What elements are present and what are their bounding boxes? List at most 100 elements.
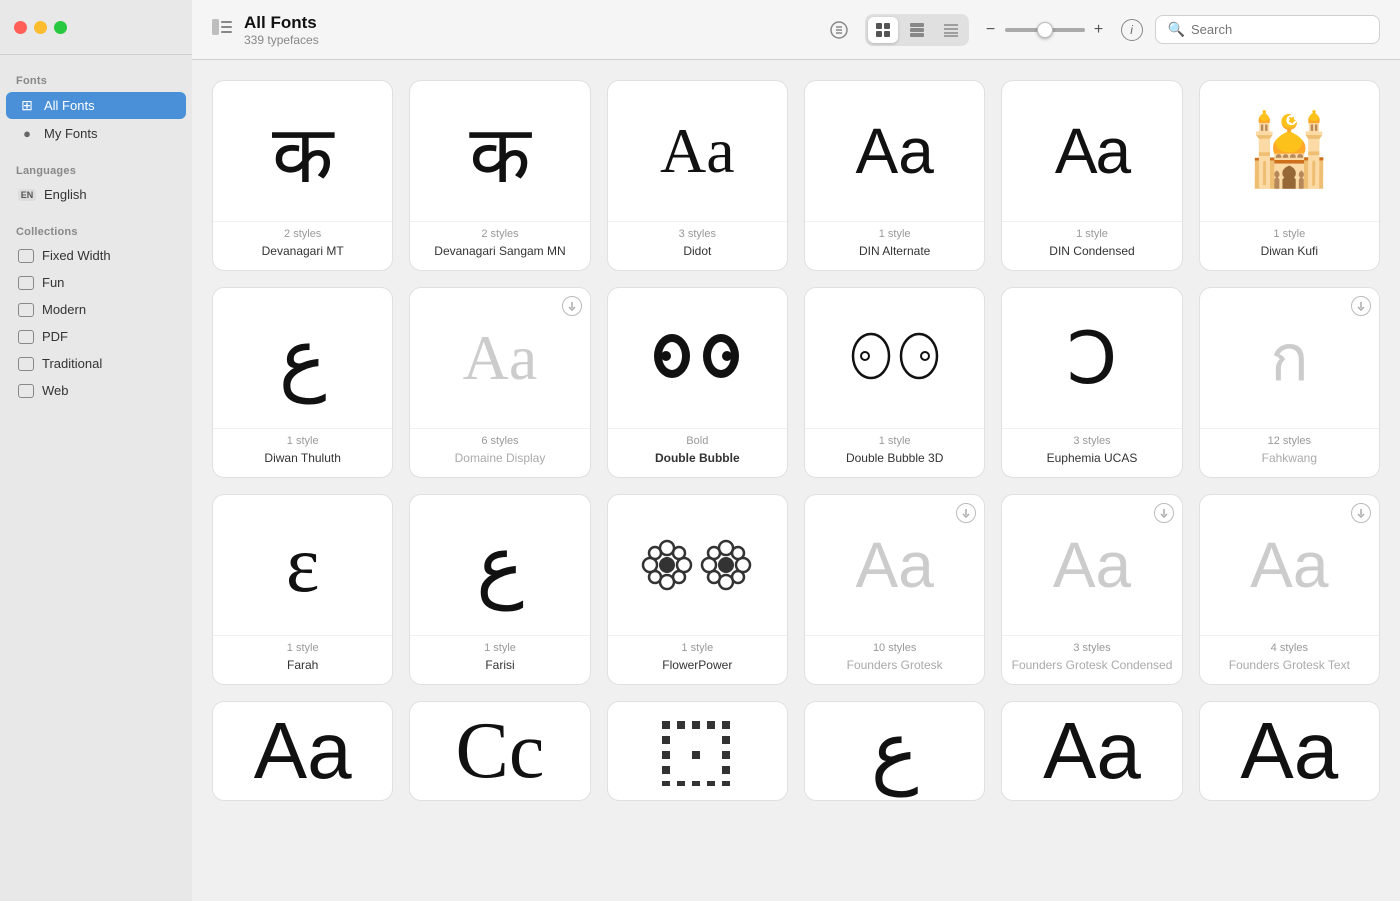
font-preview: Aa bbox=[805, 495, 984, 635]
font-preview bbox=[608, 702, 787, 800]
font-card-row4-6[interactable]: Aa bbox=[1199, 701, 1380, 801]
traffic-light-minimize[interactable] bbox=[34, 21, 47, 34]
font-styles: 6 styles bbox=[481, 429, 518, 447]
font-styles: 1 style bbox=[287, 429, 319, 447]
search-icon: 🔍 bbox=[1168, 21, 1185, 38]
traffic-light-maximize[interactable] bbox=[54, 21, 67, 34]
font-styles: 1 style bbox=[287, 636, 319, 654]
font-card-row4-1[interactable]: Aa bbox=[212, 701, 393, 801]
font-card-founders-grotesk-condensed[interactable]: Aa 3 styles Founders Grotesk Condensed bbox=[1001, 494, 1182, 685]
fun-icon bbox=[18, 276, 34, 290]
pdf-label: PDF bbox=[42, 329, 68, 344]
font-styles: 10 styles bbox=[873, 636, 916, 654]
view-strip-button[interactable] bbox=[902, 17, 932, 43]
font-card-didot[interactable]: Aa 3 styles Didot bbox=[607, 80, 788, 271]
font-card-devanagari-sangam-mn[interactable]: क 2 styles Devanagari Sangam MN bbox=[409, 80, 590, 271]
font-name: Farisi bbox=[477, 658, 522, 684]
font-name: FlowerPower bbox=[654, 658, 740, 684]
font-card-domaine-display[interactable]: Aa 6 styles Domaine Display bbox=[409, 287, 590, 478]
font-card-flowerpower[interactable]: 1 style FlowerPower bbox=[607, 494, 788, 685]
sidebar-item-my-fonts[interactable]: ● My Fonts bbox=[6, 121, 186, 146]
font-card-row4-3[interactable] bbox=[607, 701, 788, 801]
font-styles: 1 style bbox=[879, 429, 911, 447]
font-card-double-bubble[interactable]: Bold Double Bubble bbox=[607, 287, 788, 478]
info-button[interactable]: i bbox=[1121, 19, 1143, 41]
zoom-plus-button[interactable]: + bbox=[1089, 21, 1109, 39]
font-card-double-bubble-3d[interactable]: 1 style Double Bubble 3D bbox=[804, 287, 985, 478]
font-name: DIN Alternate bbox=[851, 244, 938, 270]
view-list-button[interactable] bbox=[936, 17, 966, 43]
font-card-diwan-kufi[interactable]: 🕌 1 style Diwan Kufi bbox=[1199, 80, 1380, 271]
sidebar-item-fun[interactable]: Fun bbox=[6, 270, 186, 295]
font-card-fahkwang[interactable]: ก 12 styles Fahkwang bbox=[1199, 287, 1380, 478]
font-card-farisi[interactable]: ع 1 style Farisi bbox=[409, 494, 590, 685]
sidebar-item-pdf[interactable]: PDF bbox=[6, 324, 186, 349]
english-icon: EN bbox=[18, 189, 36, 201]
font-card-euphemia-ucas[interactable]: Ↄ 3 styles Euphemia UCAS bbox=[1001, 287, 1182, 478]
font-preview: Aa bbox=[1002, 495, 1181, 635]
font-card-devanagari-mt[interactable]: क 2 styles Devanagari MT bbox=[212, 80, 393, 271]
font-styles: 2 styles bbox=[284, 222, 321, 240]
font-preview: 🕌 bbox=[1200, 81, 1379, 221]
font-card-row4-5[interactable]: Aa bbox=[1001, 701, 1182, 801]
font-preview: ก bbox=[1200, 288, 1379, 428]
my-fonts-label: My Fonts bbox=[44, 126, 97, 141]
toolbar-title-group: All Fonts 339 typefaces bbox=[244, 13, 319, 47]
font-preview: Aa bbox=[410, 288, 589, 428]
font-card-row4-2[interactable]: Cc bbox=[409, 701, 590, 801]
font-preview: Cc bbox=[410, 702, 589, 800]
font-grid-container: क 2 styles Devanagari MT क 2 styles Deva… bbox=[192, 60, 1400, 901]
view-grid-button[interactable] bbox=[868, 17, 898, 43]
sidebar-item-modern[interactable]: Modern bbox=[6, 297, 186, 322]
font-styles: 12 styles bbox=[1268, 429, 1311, 447]
web-label: Web bbox=[42, 383, 69, 398]
font-styles: 4 styles bbox=[1271, 636, 1308, 654]
traffic-light-close[interactable] bbox=[14, 21, 27, 34]
sidebar-item-traditional[interactable]: Traditional bbox=[6, 351, 186, 376]
font-styles: 1 style bbox=[484, 636, 516, 654]
sidebar-item-all-fonts[interactable]: ⊞ All Fonts bbox=[6, 92, 186, 119]
main-content: All Fonts 339 typefaces bbox=[192, 0, 1400, 901]
traditional-label: Traditional bbox=[42, 356, 102, 371]
font-card-founders-grotesk-text[interactable]: Aa 4 styles Founders Grotesk Text bbox=[1199, 494, 1380, 685]
my-fonts-icon: ● bbox=[18, 126, 36, 141]
sidebar-toggle-button[interactable] bbox=[212, 19, 232, 40]
sidebar: Fonts ⊞ All Fonts ● My Fonts Languages E… bbox=[0, 55, 192, 901]
font-preview bbox=[608, 495, 787, 635]
font-name: Farah bbox=[279, 658, 326, 684]
collections-section-label: Collections bbox=[0, 218, 192, 242]
font-card-row4-4[interactable]: ع bbox=[804, 701, 985, 801]
font-preview: ε bbox=[213, 495, 392, 635]
font-card-diwan-thuluth[interactable]: ع 1 style Diwan Thuluth bbox=[212, 287, 393, 478]
modern-icon bbox=[18, 303, 34, 317]
font-card-farah[interactable]: ε 1 style Farah bbox=[212, 494, 393, 685]
fixed-width-label: Fixed Width bbox=[42, 248, 111, 263]
font-card-din-condensed[interactable]: Aa 1 style DIN Condensed bbox=[1001, 80, 1182, 271]
toolbar: All Fonts 339 typefaces bbox=[192, 0, 1400, 60]
languages-section-label: Languages bbox=[0, 157, 192, 181]
web-icon bbox=[18, 384, 34, 398]
search-input[interactable] bbox=[1191, 22, 1367, 37]
sidebar-item-english[interactable]: EN English bbox=[6, 182, 186, 207]
view-text-button[interactable] bbox=[825, 16, 853, 44]
search-bar[interactable]: 🔍 bbox=[1155, 15, 1380, 44]
font-preview: क bbox=[410, 81, 589, 221]
sidebar-item-web[interactable]: Web bbox=[6, 378, 186, 403]
font-name: Diwan Kufi bbox=[1253, 244, 1326, 270]
font-preview: ع bbox=[213, 288, 392, 428]
zoom-minus-button[interactable]: − bbox=[981, 21, 1001, 39]
toolbar-title: All Fonts bbox=[244, 13, 319, 33]
font-name: Fahkwang bbox=[1254, 451, 1325, 477]
font-preview: Aa bbox=[1002, 81, 1181, 221]
font-styles: 2 styles bbox=[481, 222, 518, 240]
font-preview: ع bbox=[410, 495, 589, 635]
font-card-founders-grotesk[interactable]: Aa 10 styles Founders Grotesk bbox=[804, 494, 985, 685]
font-name: Double Bubble bbox=[647, 451, 748, 477]
font-styles: 3 styles bbox=[1073, 636, 1110, 654]
traditional-icon bbox=[18, 357, 34, 371]
font-preview: Aa bbox=[1200, 495, 1379, 635]
sidebar-item-fixed-width[interactable]: Fixed Width bbox=[6, 243, 186, 268]
zoom-slider[interactable] bbox=[1005, 28, 1085, 32]
font-card-din-alternate[interactable]: Aa 1 style DIN Alternate bbox=[804, 80, 985, 271]
view-mode-group bbox=[865, 14, 969, 46]
